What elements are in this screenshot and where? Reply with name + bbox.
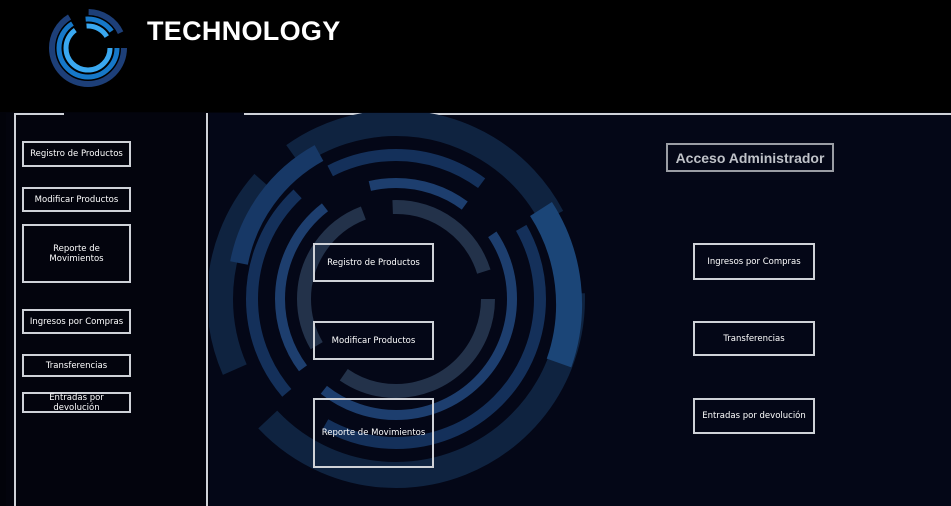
main-ingresos-compras-button[interactable]: Ingresos por Compras [693,243,815,280]
sidebar-border-top [14,113,64,115]
admin-access-label: Acceso Administrador [666,143,834,172]
sidebar-reporte-movimientos-button[interactable]: Reporte de Movimientos [22,224,131,283]
main-entradas-devolucion-button[interactable]: Entradas por devolución [693,398,815,434]
sidebar-registro-productos-button[interactable]: Registro de Productos [22,141,131,167]
sidebar-transferencias-button[interactable]: Transferencias [22,354,131,377]
app-title: TECHNOLOGY [147,16,341,46]
main-reporte-movimientos-button[interactable]: Reporte de Movimientos [313,398,434,468]
sidebar-modificar-productos-button[interactable]: Modificar Productos [22,187,131,212]
sidebar-entradas-devolucion-button[interactable]: Entradas por devolución [22,392,131,413]
header-bar: TECHNOLOGY [0,0,951,112]
main-transferencias-button[interactable]: Transferencias [693,321,815,356]
sidebar-border-right [206,113,208,506]
main-modificar-productos-button[interactable]: Modificar Productos [313,321,434,360]
sidebar-border-left [14,113,16,506]
main-registro-productos-button[interactable]: Registro de Productos [313,243,434,282]
circular-rings-logo-icon [49,9,127,87]
sidebar-ingresos-compras-button[interactable]: Ingresos por Compras [22,309,131,334]
